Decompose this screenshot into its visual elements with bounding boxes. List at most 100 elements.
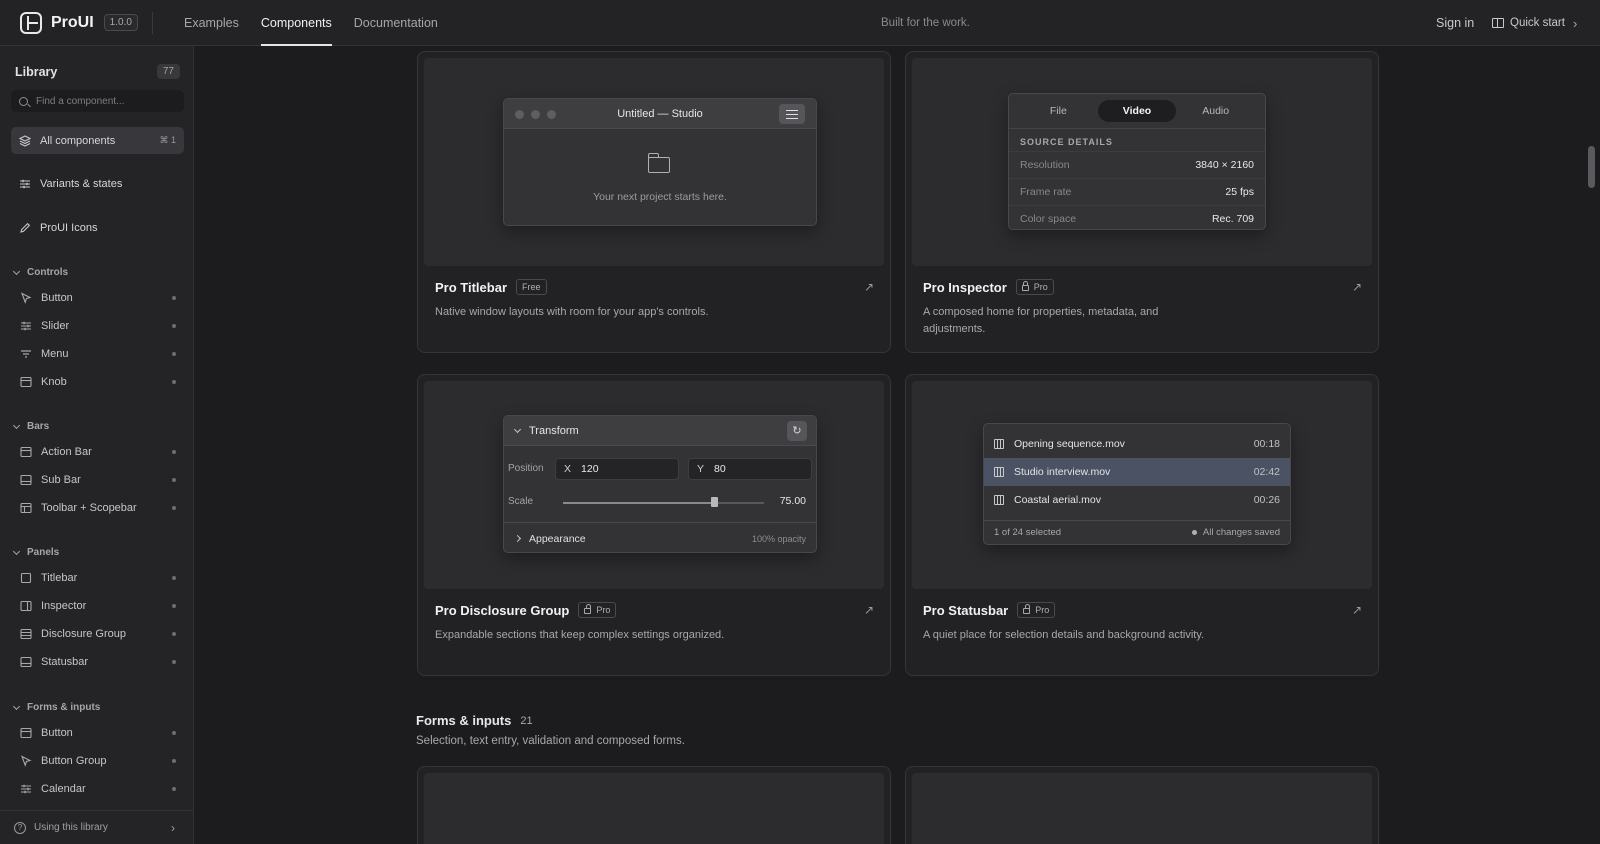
using-library-link[interactable]: ? Using this library ›	[0, 810, 193, 844]
sidebar-item-action-bar[interactable]: Action Bar	[11, 440, 184, 464]
film-icon	[994, 495, 1004, 505]
nav-examples[interactable]: Examples	[173, 0, 250, 46]
card-pro-disclosure-group[interactable]: Transform ↻ Position X 120 Y 80 Scale 75.0…	[417, 374, 891, 676]
search-box[interactable]	[11, 90, 184, 112]
open-arrow-icon[interactable]: ↗	[864, 280, 874, 294]
disclosure-header-appearance[interactable]: Appearance 100% opacity	[504, 522, 816, 552]
sidebar-item-statusbar[interactable]: Statusbar	[11, 650, 184, 674]
pro-badge: Pro	[1017, 602, 1056, 618]
group-title: Forms & inputs	[27, 702, 101, 713]
tagline: Built for the work.	[881, 17, 970, 29]
sidebar-item-form-button[interactable]: Button	[11, 721, 184, 745]
card-title-row: Pro Inspector Pro	[923, 279, 1054, 295]
window-title: Untitled — Studio	[617, 108, 703, 120]
segment-video[interactable]: Video	[1097, 100, 1177, 122]
inspector-preview: File Video Audio SOURCE DETAILS Resoluti…	[912, 58, 1372, 266]
segment-file[interactable]: File	[1019, 100, 1098, 122]
sidebar-item-label: Sub Bar	[41, 474, 81, 486]
property-row: Resolution 3840 × 2160	[1009, 151, 1265, 178]
square-icon	[20, 572, 32, 584]
sample-inspector: File Video Audio SOURCE DETAILS Resoluti…	[1008, 93, 1266, 230]
section-subtitle: Selection, text entry, validation and co…	[416, 735, 685, 747]
card-name: Pro Statusbar	[923, 602, 1009, 618]
shortcut-hint: ⌘ 1	[159, 135, 176, 145]
open-arrow-icon[interactable]: ↗	[1352, 603, 1362, 617]
card-placeholder[interactable]	[905, 766, 1379, 844]
sidebar-item-menu[interactable]: Menu	[11, 342, 184, 366]
sidebar-item-inspector[interactable]: Inspector	[11, 594, 184, 618]
sample-window: Untitled — Studio Your next project star…	[503, 98, 817, 226]
group-header-forms-inputs[interactable]: Forms & inputs	[12, 702, 101, 713]
group-title: Bars	[27, 421, 50, 432]
open-arrow-icon[interactable]: ↗	[1352, 280, 1362, 294]
layers-icon	[19, 134, 31, 147]
sample-disclosure-group: Transform ↻ Position X 120 Y 80 Scale 75.0…	[503, 415, 817, 553]
layout-icon	[20, 502, 32, 514]
card-title-row: Pro Titlebar Free	[435, 279, 547, 295]
sidebar-item-variants-states[interactable]: Variants & states	[11, 170, 184, 197]
main-nav: Examples Components Documentation	[173, 0, 449, 46]
sidebar-item-label: Titlebar	[41, 572, 78, 584]
file-row[interactable]: Coastal aerial.mov 00:26	[984, 486, 1290, 514]
section-title: Forms & inputs 21	[416, 713, 533, 728]
card-pro-titlebar[interactable]: Untitled — Studio Your next project star…	[417, 51, 891, 353]
nav-components[interactable]: Components	[250, 0, 343, 46]
section-name: Forms & inputs	[416, 713, 512, 728]
reset-icon[interactable]: ↻	[787, 421, 807, 441]
settings-sliders-icon[interactable]	[779, 104, 805, 124]
sample-file-list: Opening sequence.mov 00:18 Studio interv…	[983, 423, 1291, 545]
sidebar-item-slider[interactable]: Slider	[11, 314, 184, 338]
disclosure-header-transform[interactable]: Transform ↻	[504, 416, 816, 446]
search-input[interactable]	[36, 95, 176, 107]
sidebar-item-proui-icons[interactable]: ProUI Icons	[11, 214, 184, 241]
card-placeholder[interactable]	[417, 766, 891, 844]
sidebar-item-titlebar[interactable]: Titlebar	[11, 566, 184, 590]
group-header-controls[interactable]: Controls	[12, 267, 68, 278]
status-dot	[172, 787, 176, 791]
card-name: Pro Titlebar	[435, 279, 508, 295]
file-duration: 00:26	[1253, 494, 1280, 506]
sliders-icon	[20, 179, 30, 188]
card-pro-statusbar[interactable]: Opening sequence.mov 00:18 Studio interv…	[905, 374, 1379, 676]
group-header-panels[interactable]: Panels	[12, 547, 59, 558]
sidebar-item-sub-bar[interactable]: Sub Bar	[11, 468, 184, 492]
card-description: A composed home for properties, metadata…	[923, 306, 1159, 335]
lock-icon	[1023, 604, 1031, 614]
sidebar-item-button-group[interactable]: Button Group	[11, 749, 184, 773]
scale-slider-track[interactable]	[563, 502, 764, 504]
sidebar-item-knob[interactable]: Knob	[11, 370, 184, 394]
scale-slider-fill	[563, 502, 714, 504]
panel-icon	[20, 474, 32, 486]
sign-in-link[interactable]: Sign in	[1436, 0, 1474, 46]
window-titlebar: Untitled — Studio	[504, 99, 816, 129]
sidebar-item-button[interactable]: Button	[11, 286, 184, 310]
scrollbar-thumb[interactable]	[1588, 146, 1595, 188]
scale-slider-thumb[interactable]	[710, 497, 718, 507]
sidebar-item-label: Statusbar	[41, 656, 89, 668]
card-pro-inspector[interactable]: File Video Audio SOURCE DETAILS Resoluti…	[905, 51, 1379, 353]
save-status: All changes saved	[1191, 527, 1280, 538]
sidebar-item-all-components[interactable]: All components ⌘ 1	[11, 127, 184, 154]
sidebar-item-disclosure-group[interactable]: Disclosure Group	[11, 622, 184, 646]
brand[interactable]: ProUI 1.0.0	[0, 11, 152, 34]
panel-icon	[20, 446, 32, 458]
segment-audio[interactable]: Audio	[1176, 100, 1255, 122]
y-field[interactable]: Y 80	[688, 458, 812, 480]
lock-icon	[1021, 281, 1029, 291]
x-field[interactable]: X 120	[555, 458, 679, 480]
quick-start-button[interactable]: Quick start ›	[1492, 0, 1577, 46]
nav-documentation[interactable]: Documentation	[343, 0, 449, 46]
property-value: 3840 × 2160	[1195, 159, 1254, 171]
sidebar-item-toolbar-scopebar[interactable]: Toolbar + Scopebar	[11, 496, 184, 520]
sidebar-item-calendar[interactable]: Calendar	[11, 777, 184, 801]
chevron-right-icon: ›	[1572, 15, 1578, 31]
file-row-selected[interactable]: Studio interview.mov 02:42	[984, 458, 1290, 486]
sidebar-item-label: Button	[41, 727, 73, 739]
library-header: Library 77	[15, 64, 180, 79]
card-description: Expandable sections that keep complex se…	[435, 629, 725, 641]
group-header-bars[interactable]: Bars	[12, 421, 50, 432]
status-dot	[172, 506, 176, 510]
open-arrow-icon[interactable]: ↗	[864, 603, 874, 617]
file-row[interactable]: Opening sequence.mov 00:18	[984, 430, 1290, 458]
book-icon	[1492, 18, 1504, 28]
